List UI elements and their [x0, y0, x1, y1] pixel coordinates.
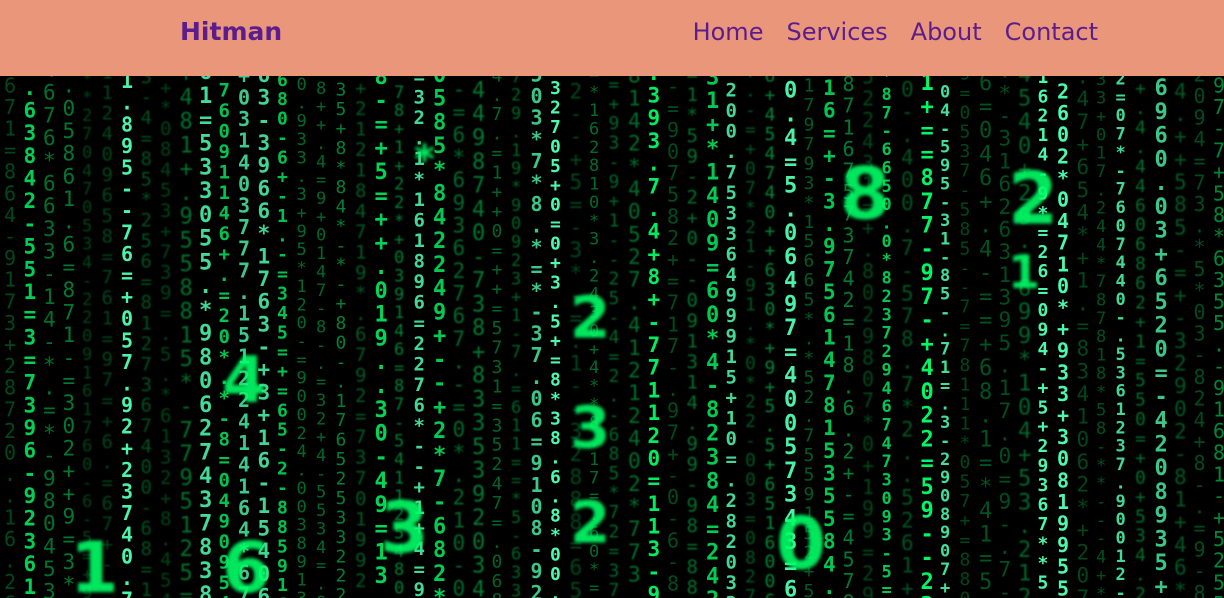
rain-column: 6+454740++630*+9+5.5+6516006 — [765, 76, 776, 598]
rain-large-glyph: 1 — [1008, 245, 1040, 299]
rain-column: +031403777.15122414164*67 — [238, 76, 250, 598]
rain-column: 2094=73.*5*03-824+8-.=9-8 — [1194, 76, 1206, 598]
rain-column: .393.7.4+8+-771120=113-9 — [648, 76, 661, 598]
rain-column: 4498740-738+8335392034. — [472, 79, 485, 598]
rain-column: +212184719*.6792=73701992- — [355, 77, 366, 598]
rain-column: +481+.9558815*-7795125= — [180, 76, 193, 598]
rain-large-glyph: 6 — [222, 527, 271, 598]
rain-column: 3 3 +0 1 7. 2 4 4 * 7 8 7 8 1 8 * 5 8 -* * ---4 + * — [1096, 76, 1106, 598]
rain-column: 31+*1409=60*4-82384=242 — [706, 76, 719, 598]
nav-link-about[interactable]: About — [911, 18, 982, 46]
nav-item-about: About — [911, 15, 982, 49]
rain-column: .63842-551=3=7396-923610 — [24, 76, 37, 598]
rain-column: .*-3162631395.17.0=9-.7- — [999, 76, 1012, 598]
rain-large-glyph: 4 — [222, 344, 267, 418]
nav-menu: Home Services About Contact — [693, 15, 1098, 49]
rain-large-glyph: 1 — [70, 527, 119, 598]
rain-column: -04-595-31-85-.71=.3-2908907+3 — [940, 76, 950, 598]
rain-column: 6960.03+6520=-4208935+* — [1155, 76, 1168, 598]
rain-column: 0.933.3+95*120-=90024.0038913 — [297, 76, 307, 598]
rain-column: 4540+29.*699*104+53.212 — [1018, 76, 1031, 598]
rain-large-glyph: 2 — [570, 488, 610, 556]
rain-column: 3-4=85*256=8127367400-68=16 — [141, 76, 152, 598]
rain-column: 112409658=761=97=+6.=67+-=8 — [102, 76, 113, 598]
rain-column: -=6*69362767.-=0*.210-07 — [453, 77, 466, 598]
rain-large-glyph: * — [414, 137, 435, 183]
rain-column: +*08453+739=.5.*6132+8.454 — [160, 77, 171, 598]
rain-column: 9=0537-585--7=78111*057+=880 — [960, 76, 971, 598]
rain-large-glyph: 8 — [840, 152, 890, 236]
matrix-rain-image: 671=864-9173+28720..16.26 .63842-551=3=73… — [0, 76, 1224, 598]
nav-link-home[interactable]: Home — [693, 18, 764, 46]
hero-banner: 671=864-9173+28720..16.26 .63842-551=3=73… — [0, 76, 1224, 598]
rain-large-glyph: 3 — [380, 487, 429, 569]
rain-column: * * 2 7 0 4 7 0 5 3 4 -2 2 0 9 1 6 1 7 6 0 -6 -5 = +9 — [82, 76, 92, 598]
rain-column: 16214-9*=26=094-+5+29367**5. — [1038, 76, 1049, 598]
nav-item-contact: Contact — [1005, 15, 1098, 49]
rain-column: 0585*842249+--+2*7-682* — [433, 76, 446, 598]
rain-large-glyph: 2 — [1008, 157, 1058, 241]
rain-column: =1*59-2+0--091314.99-98=88. — [687, 76, 698, 598]
rain-column: +2602*04710*+933+308199554 — [1057, 76, 1069, 598]
nav-link-services[interactable]: Services — [786, 18, 887, 46]
rain-column: 6=046+.4-==+68.1=*41=5+ — [979, 76, 992, 598]
rain-column: 8142*40527.41212402*773. — [628, 76, 641, 598]
navbar: Hitman Home Services About Contact — [0, 0, 1224, 76]
rain-column: 61=533055.*980627437838 — [199, 76, 212, 598]
rain-column: 1+==877-97-+4022=59--22 — [921, 76, 934, 598]
rain-column: .47+654*+1.=8341062*+207 — [1077, 76, 1090, 598]
rain-column: 671=864-9173+28720..16.26 — [4, 76, 16, 598]
rain-column: 503*7*8.*=*-37.06=9108-92 — [531, 76, 543, 598]
rain-column: +. 4. 4 4 6 0 6 8 6 2 +1 = 5 5 0 = +0 +5 3 4. 2 — [1135, 79, 1146, 598]
nav-item-home: Home — [693, 15, 764, 49]
rain-column: 63-3966*1763-+3+16-15406 — [258, 76, 271, 598]
rain-column: 4.7.=1++0=++=5731=35247=.068 — [492, 76, 503, 598]
rain-column: 76091146+.=20*.*-8=0490954 — [219, 80, 230, 598]
rain-column: 1.895--76=+057.92+23740.7 — [121, 76, 133, 598]
rain-column: .05861.6=871-=302++9=3*2 — [63, 76, 76, 598]
rain-column: 3 2 7 0 5 +0 = 0 +3. 5 + = 8 * 3 8. 6. 8 * 0 0. — [550, 78, 561, 598]
rain-column: -=907582+=717-.97+-0-6-8= — [667, 76, 679, 598]
rain-column: 0-.400.7-578.7*2..5261+8 — [901, 77, 914, 598]
nav-link-contact[interactable]: Contact — [1005, 18, 1098, 46]
rain-column: 8++.4=9+0147-8-.=32+4-5534=.0 — [316, 79, 326, 598]
rain-column: 200.75336499915+10=.282032 — [726, 79, 737, 598]
rain-column: 729.19*90923+1-7.=611==*5-6336 — [511, 76, 521, 598]
rain-column: 97-7+58*6355.-91681-+5255 — [1213, 76, 1224, 598]
rain-columns: 671=864-9173+28720..16.26 .63842-551=3=73… — [4, 76, 1224, 598]
rain-column: 4.++585-=+-32902-81+46*+ — [1174, 79, 1187, 598]
rain-column: 4676*6633-14-*.=*-980453 — [43, 76, 56, 598]
brand-logo-link[interactable]: Hitman — [180, 15, 282, 49]
rain-large-glyph: 2 — [570, 283, 610, 351]
rain-large-glyph: 3 — [570, 393, 610, 461]
rain-column: -35+8*84*-*-+80-.17652533222 — [336, 76, 347, 598]
nav-item-services: Services — [786, 15, 887, 49]
rain-column: 680-6+-1.-=345=+=65-2-885916 — [277, 76, 288, 598]
rain-large-glyph: 0 — [776, 502, 826, 586]
rain-column: ..-=+07*21-91.*0*22-003=0827 — [745, 76, 756, 598]
rain-column: 2 = 0 7 * -7 6 0 7 4 4 0 -. 5 3 6 1 2 3 7. 9 0 0 1 2- — [1116, 76, 1126, 598]
